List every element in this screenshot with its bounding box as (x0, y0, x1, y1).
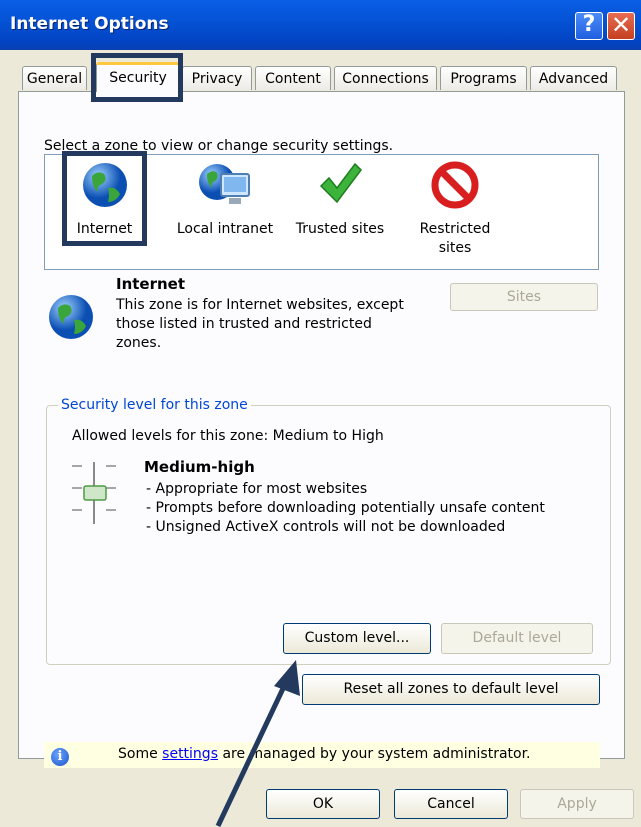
close-button[interactable]: ✕ (607, 12, 635, 40)
notice-prefix: Some (118, 746, 163, 762)
allowed-levels-text: Allowed levels for this zone: Medium to … (72, 428, 384, 444)
security-level-slider[interactable] (66, 458, 126, 528)
security-level-legend: Security level for this zone (58, 397, 251, 413)
default-level-button[interactable]: Default level (441, 623, 593, 654)
zone-label-local-intranet: Local intranet (176, 221, 274, 237)
checkmark-icon (319, 162, 362, 204)
tab-general[interactable]: General (22, 66, 87, 90)
admin-notice-text: Some settings are managed by your system… (118, 746, 531, 762)
tab-programs[interactable]: Programs (440, 66, 527, 90)
level-bullet-2: - Prompts before downloading potentially… (146, 500, 545, 516)
zone-label-trusted-sites: Trusted sites (295, 221, 385, 237)
zone-label-restricted-sites: Restricted sites (419, 221, 491, 256)
window-title: Internet Options (10, 14, 169, 34)
title-bar: Internet Options ? ✕ (0, 0, 641, 50)
level-bullet-3: - Unsigned ActiveX controls will not be … (146, 519, 506, 535)
zone-restricted-sites[interactable]: Restricted sites (411, 160, 499, 258)
tab-content[interactable]: Content (255, 66, 331, 90)
info-icon: i (51, 748, 69, 766)
cancel-button[interactable]: Cancel (394, 789, 508, 819)
zone-trusted-sites[interactable]: Trusted sites (288, 160, 392, 239)
tab-connections[interactable]: Connections (334, 66, 437, 90)
tab-privacy[interactable]: Privacy (182, 66, 252, 90)
apply-button[interactable]: Apply (520, 789, 634, 819)
zone-info-title: Internet (116, 275, 186, 293)
selected-zone-globe-icon (49, 295, 93, 339)
sites-button[interactable]: Sites (450, 283, 598, 311)
internet-zone-annotation-box (62, 151, 147, 246)
security-level-bullets: - Appropriate for most websites - Prompt… (146, 480, 566, 537)
annotation-arrow (215, 660, 300, 827)
tab-advanced[interactable]: Advanced (530, 66, 617, 90)
security-tab-annotation-box (91, 53, 183, 102)
level-bullet-1: - Appropriate for most websites (146, 481, 368, 497)
reset-all-zones-button[interactable]: Reset all zones to default level (302, 674, 600, 705)
internet-options-dialog: Internet Options ? ✕ General Security Pr… (0, 0, 641, 827)
computer-globe-icon (199, 164, 250, 204)
security-level-name: Medium-high (144, 458, 255, 476)
zone-local-intranet[interactable]: Local intranet (172, 160, 278, 239)
admin-notice-bar: Some settings are managed by your system… (44, 742, 600, 768)
help-button[interactable]: ? (575, 12, 603, 40)
no-entry-icon (431, 161, 479, 209)
zone-info-description: This zone is for Internet websites, exce… (116, 297, 404, 351)
